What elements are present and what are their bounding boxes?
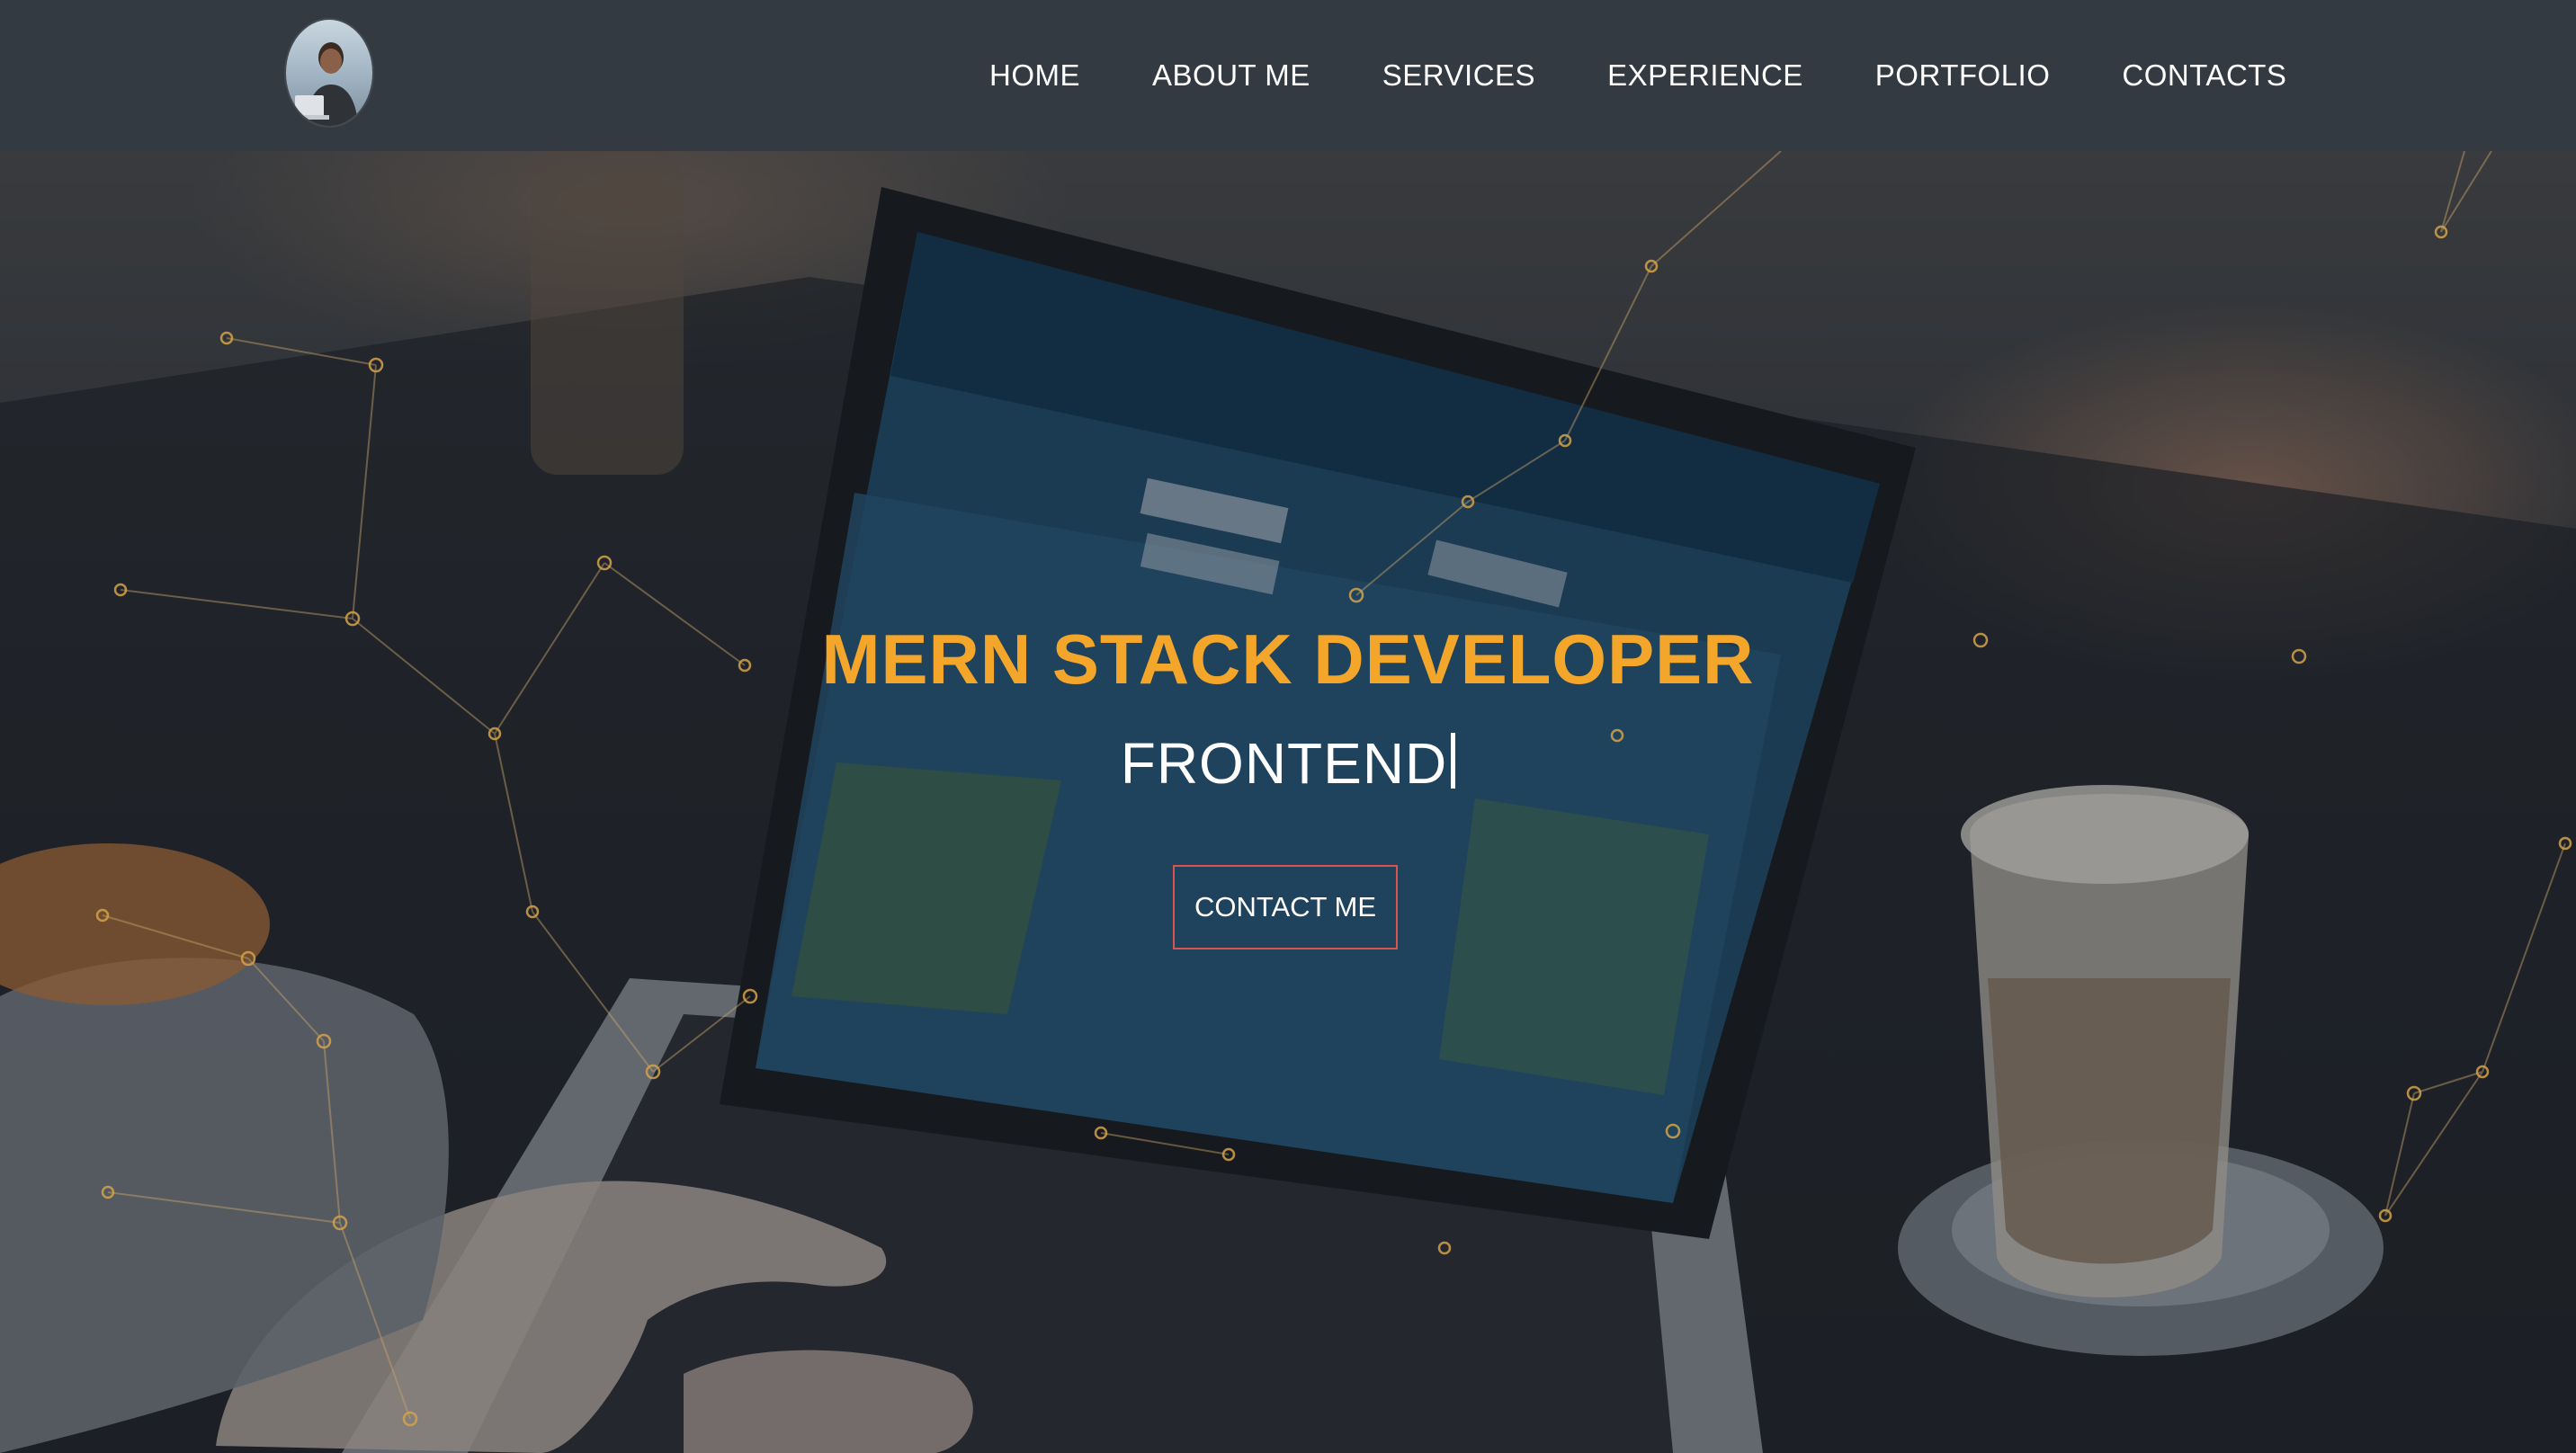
hero-section: MERN STACK DEVELOPER FRONTEND CONTACT ME <box>0 151 2576 1453</box>
typing-cursor <box>1451 733 1456 789</box>
nav-experience[interactable]: EXPERIENCE <box>1571 58 1839 93</box>
navbar: HOME ABOUT ME SERVICES EXPERIENCE PORTFO… <box>0 0 2576 151</box>
nav-portfolio[interactable]: PORTFOLIO <box>1839 58 2087 93</box>
nav-contacts[interactable]: CONTACTS <box>2086 58 2322 93</box>
avatar-photo-icon <box>291 42 358 126</box>
nav-services[interactable]: SERVICES <box>1346 58 1571 93</box>
hero-title: MERN STACK DEVELOPER <box>821 620 1755 699</box>
nav-home[interactable]: HOME <box>953 58 1116 93</box>
hero-typed-subtitle: FRONTEND <box>0 730 2576 797</box>
profile-avatar[interactable] <box>286 20 372 126</box>
contact-me-button[interactable]: CONTACT ME <box>1173 865 1398 949</box>
nav-about-me[interactable]: ABOUT ME <box>1116 58 1346 93</box>
main-nav: HOME ABOUT ME SERVICES EXPERIENCE PORTFO… <box>953 0 2322 151</box>
typed-text: FRONTEND <box>1120 731 1448 796</box>
hero-content: MERN STACK DEVELOPER FRONTEND CONTACT ME <box>0 151 2576 1453</box>
